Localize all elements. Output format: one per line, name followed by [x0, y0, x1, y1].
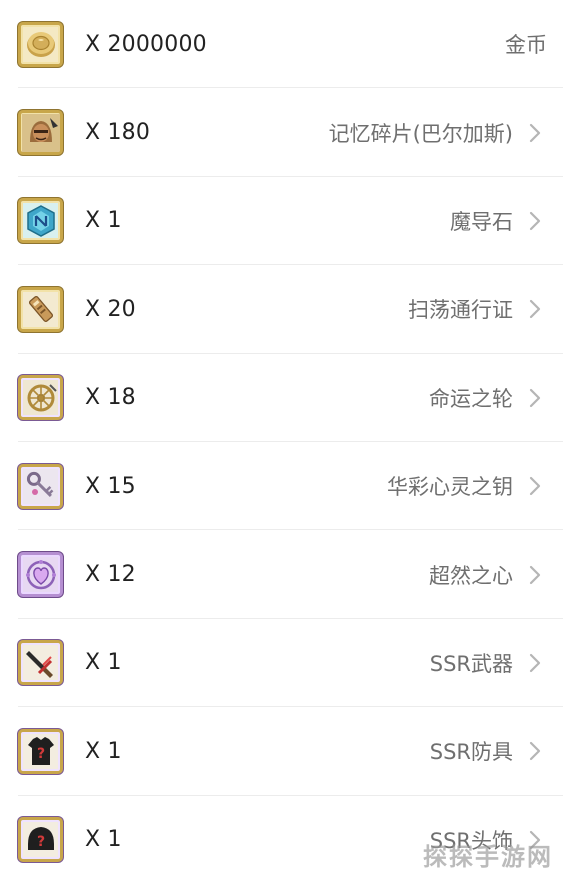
item-count: X 1	[85, 738, 122, 764]
item-name: 超然之心	[429, 563, 513, 588]
item-name: 命运之轮	[429, 386, 513, 411]
item-count: X 180	[85, 120, 151, 146]
chevron-right-icon	[523, 211, 547, 231]
item-name: 金币	[505, 33, 547, 58]
list-item[interactable]: X 15 华彩心灵之钥	[0, 442, 563, 531]
list-item[interactable]: X 18 命运之轮	[0, 354, 563, 443]
ssr-armor-icon: ?	[18, 728, 63, 774]
item-name: 华彩心灵之钥	[387, 475, 513, 500]
chevron-right-icon	[523, 653, 547, 673]
item-count: X 20	[85, 296, 136, 322]
chevron-right-icon	[523, 388, 547, 408]
reward-list: X 2000000 金币 X 180 记忆碎片(巴尔加斯) X 1 魔导石 X …	[0, 0, 563, 874]
sweep-pass-icon	[18, 286, 63, 332]
key-icon	[18, 463, 63, 509]
item-name: 扫荡通行证	[408, 298, 513, 323]
gold-coin-icon	[18, 21, 63, 67]
item-name: SSR武器	[429, 651, 513, 676]
item-count: X 2000000	[85, 31, 207, 57]
chevron-right-icon	[523, 565, 547, 585]
chevron-right-icon	[523, 123, 547, 143]
magic-stone-icon	[18, 198, 63, 244]
list-item[interactable]: X 12 超然之心	[0, 530, 563, 620]
item-count: X 1	[85, 827, 122, 853]
chevron-right-icon	[523, 741, 547, 761]
heart-crystal-icon	[18, 552, 63, 598]
list-item[interactable]: X 1 魔导石	[0, 177, 563, 266]
list-item[interactable]: X 180 记忆碎片(巴尔加斯)	[0, 88, 563, 178]
wheel-of-fate-icon	[18, 375, 63, 421]
item-name: SSR防具	[429, 740, 513, 765]
list-item: X 2000000 金币	[0, 0, 563, 89]
list-item[interactable]: X 1 SSR武器	[0, 619, 563, 708]
list-item[interactable]: X 20 扫荡通行证	[0, 265, 563, 354]
ssr-headgear-icon: ?	[18, 817, 63, 863]
ssr-weapon-icon	[18, 640, 63, 686]
item-count: X 1	[85, 208, 122, 234]
chevron-right-icon	[523, 299, 547, 319]
item-name: 记忆碎片(巴尔加斯)	[328, 121, 513, 146]
svg-text:?: ?	[36, 834, 44, 850]
item-count: X 18	[85, 385, 136, 411]
memory-fragment-icon	[18, 110, 63, 156]
chevron-right-icon	[523, 476, 547, 496]
svg-text:?: ?	[36, 746, 44, 762]
list-item[interactable]: ? X 1 SSR防具	[0, 707, 563, 796]
item-count: X 15	[85, 473, 136, 499]
item-count: X 1	[85, 650, 122, 676]
item-count: X 12	[85, 562, 136, 588]
item-name: 魔导石	[450, 209, 513, 234]
watermark: 探探手游网	[423, 843, 553, 871]
